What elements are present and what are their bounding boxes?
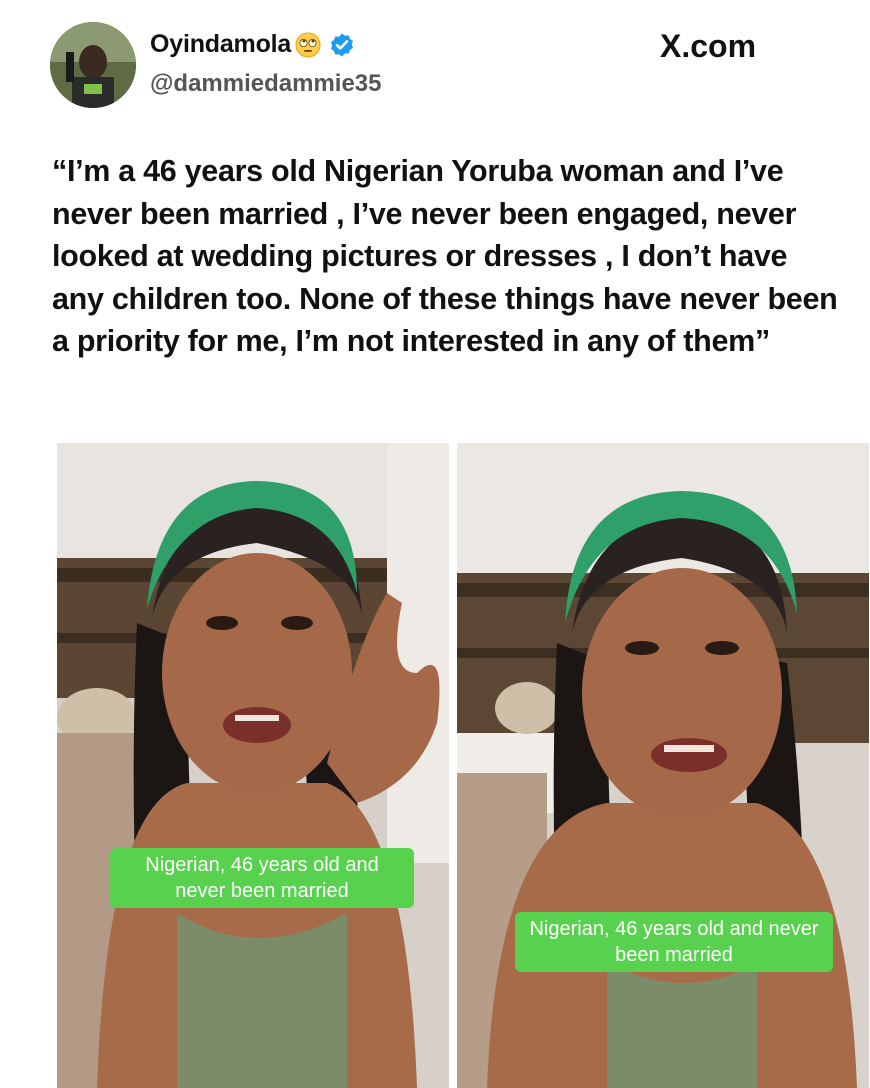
user-handle[interactable]: @dammiedammie35 [150, 70, 382, 98]
video-caption-left: Nigerian, 46 years old and never been ma… [110, 848, 414, 908]
rolling-eyes-emoji-icon [295, 32, 321, 58]
verified-badge-icon [329, 32, 355, 58]
avatar-image [50, 22, 136, 108]
media-image-right[interactable] [457, 443, 869, 1088]
tweet-text: “I’m a 46 years old Nigerian Yoruba woma… [52, 154, 838, 358]
avatar[interactable] [50, 22, 136, 108]
video-caption-right: Nigerian, 46 years old and never been ma… [515, 912, 833, 972]
display-name[interactable]: Oyindamola [150, 30, 291, 59]
brand-logo: X.com [660, 28, 757, 64]
display-name-row: Oyindamola [150, 30, 355, 59]
media-image-left[interactable] [57, 443, 449, 1088]
post-header: Oyindamola @dammiedammie35 X.com [0, 0, 870, 120]
